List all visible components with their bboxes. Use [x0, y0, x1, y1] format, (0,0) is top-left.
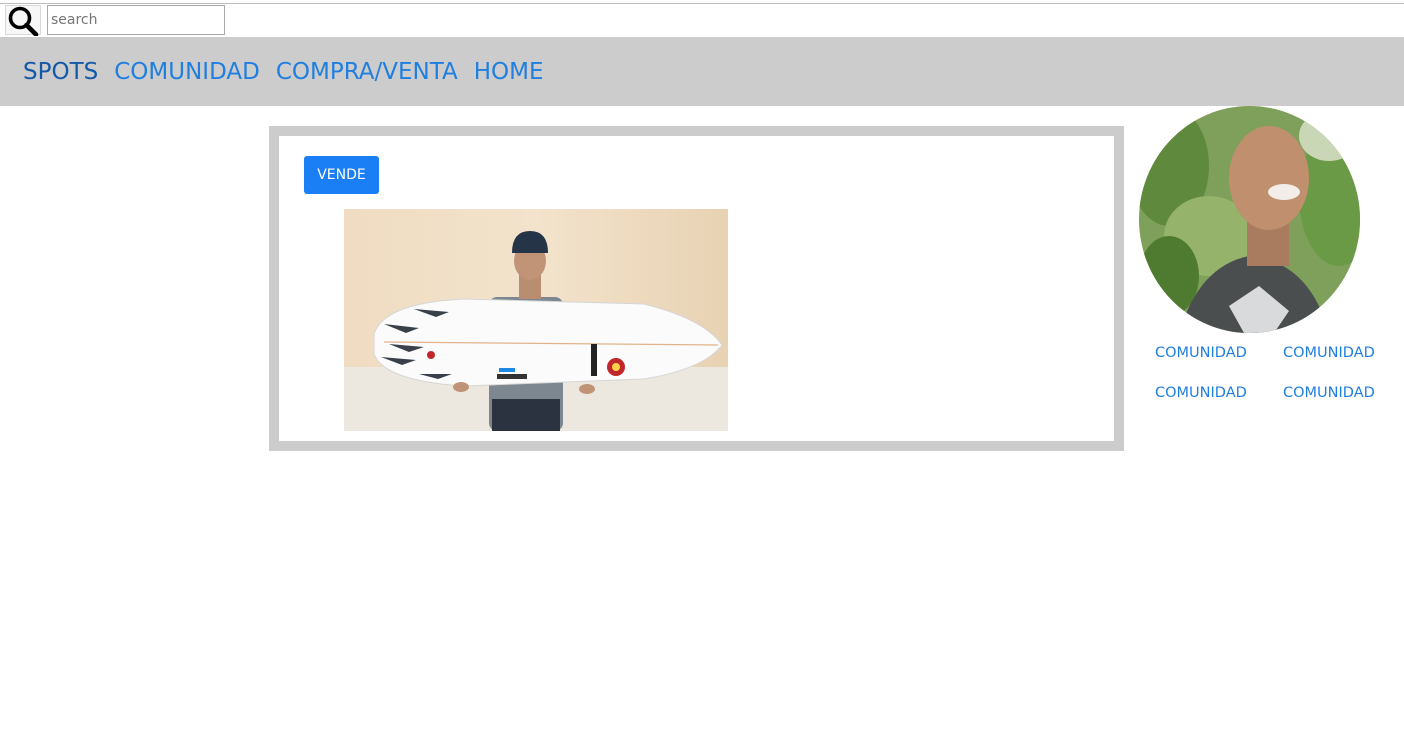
- search-bar: [0, 4, 1404, 37]
- nav-item-home: HOME: [474, 57, 544, 87]
- profile-links: COMUNIDAD COMUNIDAD COMUNIDAD COMUNIDAD: [1155, 342, 1395, 404]
- nav-item-comunidad: COMUNIDAD: [114, 57, 260, 87]
- profile-link-comunidad[interactable]: COMUNIDAD: [1283, 382, 1395, 404]
- surfboard-photo: [344, 209, 728, 431]
- nav-list: SPOTS COMUNIDAD COMPRA/VENTA HOME: [23, 57, 544, 87]
- nav-link-comunidad[interactable]: COMUNIDAD: [114, 59, 260, 85]
- magnifier-icon: [8, 6, 39, 36]
- nav-link-home[interactable]: HOME: [474, 59, 544, 85]
- profile-link-comunidad[interactable]: COMUNIDAD: [1155, 342, 1283, 364]
- sale-post-frame: VENDE: [269, 126, 1124, 451]
- nav-item-spots: SPOTS: [23, 57, 98, 87]
- sell-button[interactable]: VENDE: [304, 156, 379, 194]
- nav-link-spots[interactable]: SPOTS: [23, 59, 98, 85]
- search-button[interactable]: [5, 5, 41, 36]
- search-input[interactable]: [47, 5, 225, 35]
- nav-item-compra-venta: COMPRA/VENTA: [276, 57, 458, 87]
- main-navbar: SPOTS COMUNIDAD COMPRA/VENTA HOME: [0, 37, 1404, 106]
- profile-avatar[interactable]: [1139, 106, 1360, 333]
- profile-link-comunidad[interactable]: COMUNIDAD: [1155, 382, 1283, 404]
- sale-post-card: VENDE: [279, 136, 1114, 441]
- profile-link-comunidad[interactable]: COMUNIDAD: [1283, 342, 1395, 364]
- nav-link-compra-venta[interactable]: COMPRA/VENTA: [276, 59, 458, 85]
